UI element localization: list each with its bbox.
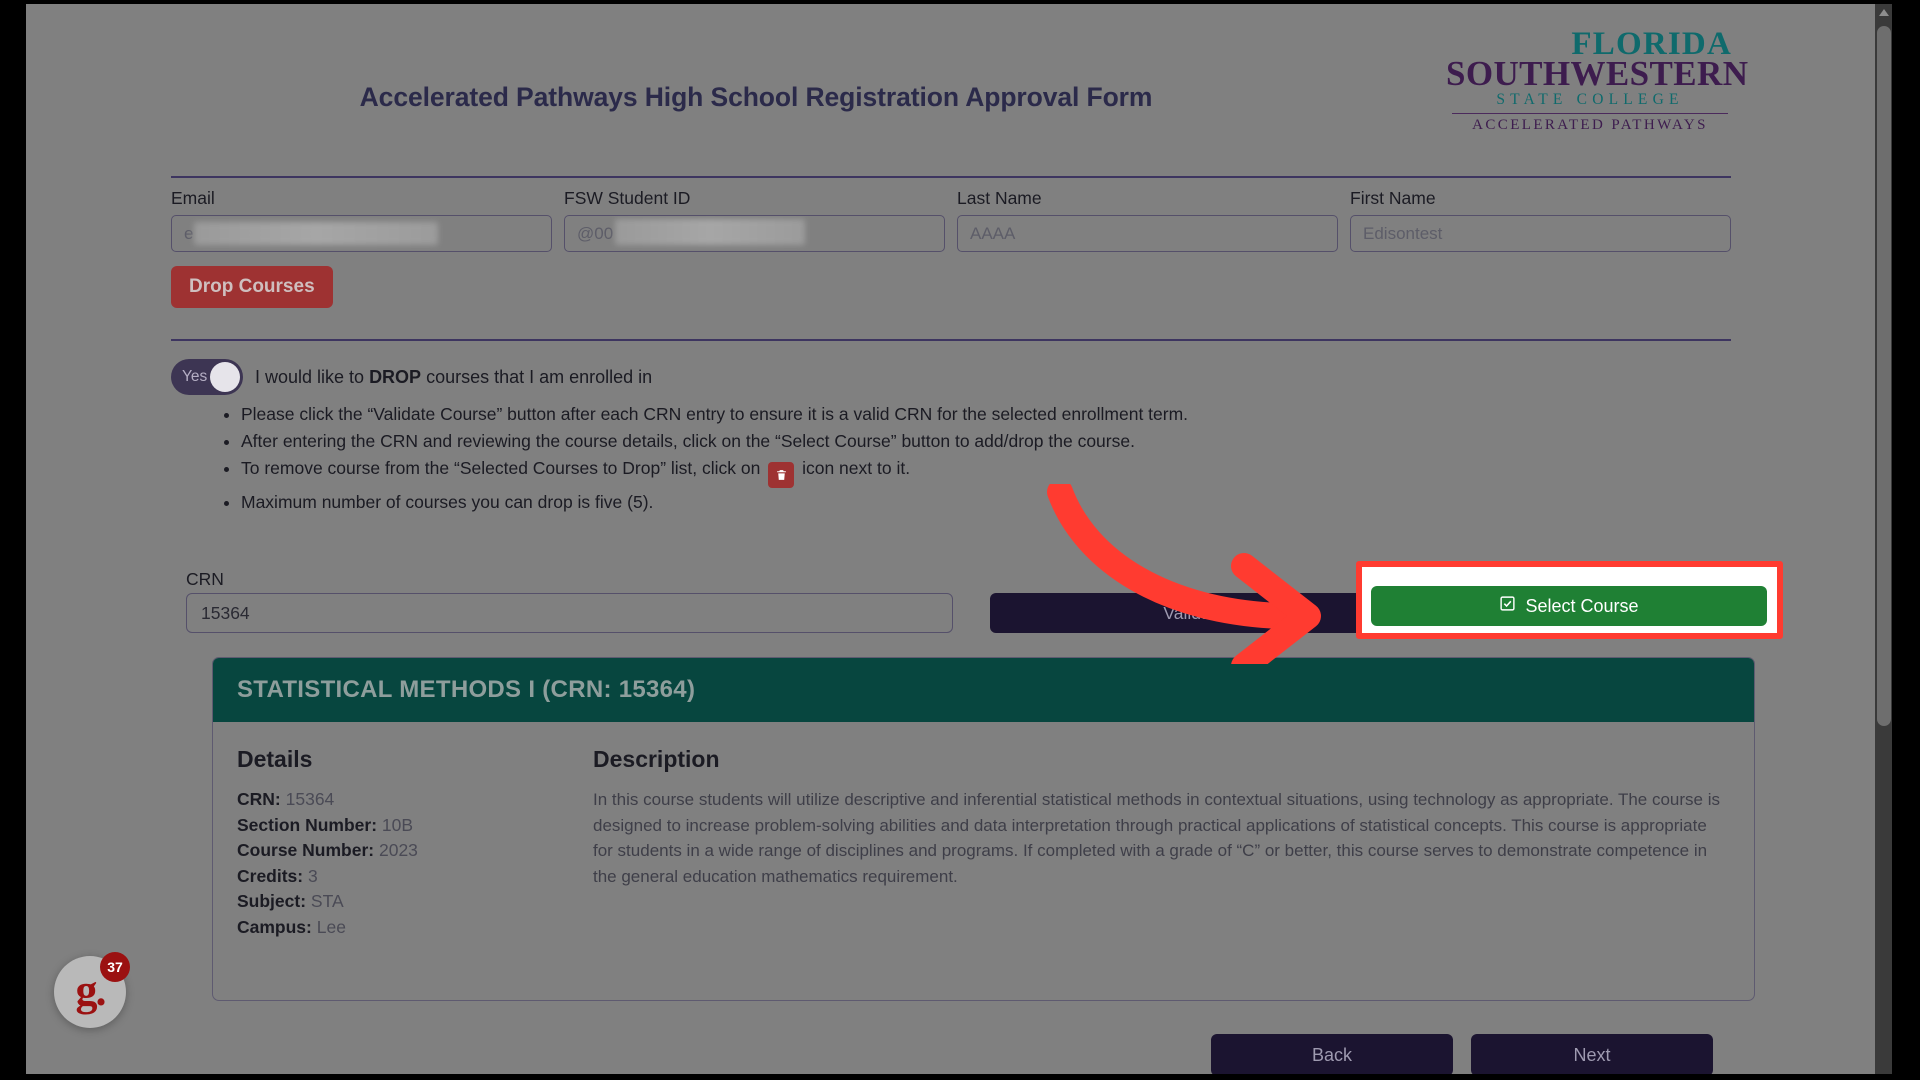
screenshot-root: Accelerated Pathways High School Registr…	[0, 0, 1920, 1080]
field-student-id: FSW Student ID @00	[564, 188, 945, 252]
toggle-text-prefix: I would like to	[255, 366, 370, 387]
detail-value: STA	[310, 891, 344, 911]
field-last-name: Last Name AAAA	[957, 188, 1338, 252]
page-title: Accelerated Pathways High School Registr…	[359, 82, 1153, 112]
email-redaction	[194, 222, 438, 245]
detail-row-course-number: Course Number: 2023	[237, 838, 593, 864]
fsw-logo: FLORIDA SOUTHWESTERN STATE COLLEGE ACCEL…	[1446, 28, 1749, 134]
field-label-email: Email	[171, 188, 215, 208]
divider-middle	[171, 339, 1731, 341]
description-heading: Description	[593, 746, 720, 772]
instructions-list: Please click the “Validate Course” butto…	[216, 402, 1666, 517]
detail-value: 15364	[285, 789, 335, 809]
select-course-button[interactable]: Select Course	[1371, 586, 1767, 626]
detail-label: Credits:	[237, 865, 304, 886]
detail-row-section-number: Section Number: 10B	[237, 813, 593, 839]
detail-row-subject: Subject: STA	[237, 889, 593, 915]
logo-line-state-college: STATE COLLEGE	[1496, 91, 1684, 108]
window-edge-bottom	[0, 1074, 1920, 1080]
detail-row-campus: Campus: Lee	[237, 915, 593, 941]
detail-value: 2023	[378, 840, 418, 860]
back-button[interactable]: Back	[1211, 1034, 1453, 1076]
scrollbar-thumb[interactable]	[1877, 26, 1891, 726]
crn-input[interactable]: 15364	[186, 593, 953, 633]
drop-courses-button[interactable]: Drop Courses	[171, 266, 333, 308]
email-input[interactable]: e	[171, 215, 552, 252]
student-id-input[interactable]: @00	[564, 215, 945, 252]
form-navigation: Back Next	[1211, 1034, 1713, 1076]
detail-row-credits: Credits: 3	[237, 864, 593, 890]
toggle-state-label: Yes	[182, 368, 208, 385]
field-label-student-id: FSW Student ID	[564, 188, 691, 208]
detail-label: Section Number:	[237, 814, 378, 835]
select-course-button-label: Select Course	[1525, 595, 1639, 616]
header-row: Accelerated Pathways High School Registr…	[171, 4, 1749, 174]
course-card-header: STATISTICAL METHODS I (CRN: 15364)	[213, 658, 1754, 722]
instruction-text: To remove course from the “Selected Cour…	[241, 458, 766, 478]
details-heading: Details	[237, 746, 313, 772]
student-info-fields: Email e FSW Student ID @00 Last Name AAA…	[171, 188, 1731, 252]
logo-divider	[1452, 112, 1728, 115]
course-description-column: Description In this course students will…	[593, 746, 1730, 940]
detail-value: 10B	[381, 814, 414, 835]
instruction-item: Please click the “Validate Course” butto…	[241, 402, 1666, 429]
checkbox-checked-icon	[1499, 595, 1516, 617]
drop-toggle-description: I would like to DROP courses that I am e…	[255, 367, 652, 388]
detail-value: 3	[308, 865, 318, 886]
grammarly-suggestion-count: 37	[100, 952, 130, 982]
field-label-first-name: First Name	[1350, 188, 1436, 208]
course-details-column: Details CRN: 15364 Section Number: 10B C…	[237, 746, 593, 940]
crn-label: CRN	[186, 569, 224, 589]
course-description-text: In this course students will utilize des…	[593, 790, 1721, 886]
first-name-input[interactable]: Edisontest	[1350, 215, 1731, 252]
last-name-input-value: AAAA	[970, 223, 1016, 243]
course-details-card: STATISTICAL METHODS I (CRN: 15364) Detai…	[212, 657, 1755, 1001]
instruction-item: To remove course from the “Selected Cour…	[241, 456, 1666, 490]
detail-row-crn: CRN: 15364	[237, 787, 593, 813]
grammarly-widget[interactable]: g. 37	[54, 952, 130, 1028]
page-content: Accelerated Pathways High School Registr…	[26, 4, 1875, 1076]
email-input-value: e	[184, 223, 194, 243]
window-edge-top	[0, 0, 1920, 4]
next-button[interactable]: Next	[1471, 1034, 1713, 1076]
field-email: Email e	[171, 188, 552, 252]
window-edge-left	[0, 0, 26, 1080]
drop-toggle-row: Yes I would like to DROP courses that I …	[171, 359, 652, 395]
divider-top	[171, 176, 1731, 178]
window-edge-right	[1892, 0, 1920, 1080]
drop-toggle-switch[interactable]: Yes	[171, 359, 243, 395]
detail-label: Course Number:	[237, 840, 375, 860]
logo-line-southwestern: SOUTHWESTERN	[1446, 54, 1749, 93]
header-area: Accelerated Pathways High School Registr…	[171, 4, 1749, 174]
trash-icon	[768, 462, 795, 488]
scroll-up-arrow-icon[interactable]	[1879, 9, 1889, 16]
instruction-item: After entering the CRN and reviewing the…	[241, 429, 1666, 456]
instruction-text-suffix: icon next to it.	[797, 458, 911, 478]
toggle-knob	[210, 362, 240, 392]
toggle-text-suffix: courses that I am enrolled in	[421, 366, 653, 387]
crn-input-value: 15364	[201, 602, 250, 623]
first-name-input-value: Edisontest	[1363, 223, 1443, 243]
instruction-item: Maximum number of courses you can drop i…	[241, 490, 1666, 517]
last-name-input[interactable]: AAAA	[957, 215, 1338, 252]
detail-label: CRN:	[237, 789, 281, 809]
toggle-text-emphasis: DROP	[369, 366, 422, 387]
field-label-last-name: Last Name	[957, 188, 1042, 208]
logo-line-accelerated-pathways: ACCELERATED PATHWAYS	[1472, 117, 1708, 134]
detail-label: Campus:	[237, 916, 312, 937]
field-first-name: First Name Edisontest	[1350, 188, 1731, 252]
detail-label: Subject:	[237, 891, 307, 911]
grammarly-logo: g.	[75, 965, 107, 1015]
course-card-body: Details CRN: 15364 Section Number: 10B C…	[213, 722, 1754, 1000]
detail-value: Lee	[316, 916, 346, 937]
student-id-redaction	[615, 219, 805, 245]
student-id-input-value: @00	[577, 223, 614, 243]
